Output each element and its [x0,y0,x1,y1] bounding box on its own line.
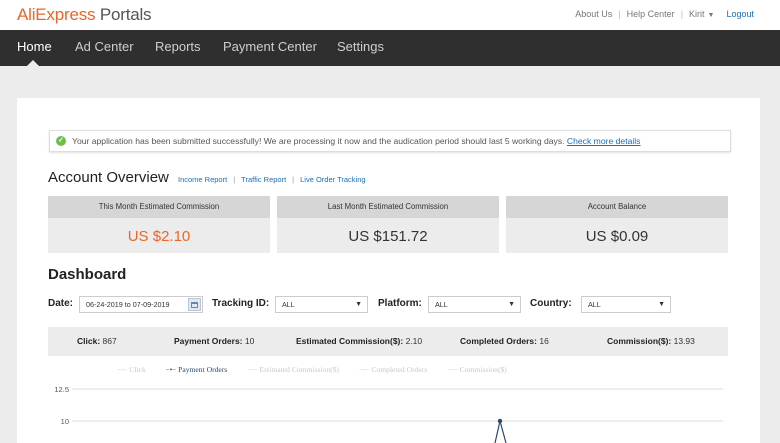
data-point[interactable] [497,418,503,424]
y-tick-label: 12.5 [54,385,69,394]
logo[interactable]: AliExpress Portals [17,5,152,25]
nav-reports[interactable]: Reports [155,30,201,66]
total-label: Click: [77,336,101,346]
total-clicks: Click: 867 [77,327,117,356]
report-links: Income Report | Traffic Report | Live Order … [178,175,366,184]
active-nav-indicator [27,60,39,66]
check-details-link[interactable]: Check more details [567,136,641,146]
total-label: Payment Orders: [174,336,243,346]
total-completed-orders: Completed Orders: 16 [460,327,549,356]
legend-marker-icon: −◦− [447,366,458,374]
date-range-value: 06-24-2019 to 07-09-2019 [86,300,170,309]
legend-payment-orders[interactable]: −•− Payment Orders [166,365,237,374]
divider: | [680,9,684,19]
logo-brand: AliExpress [17,5,96,24]
platform-value: ALL [435,300,448,309]
dashboard-title: Dashboard [48,266,127,283]
legend-marker-icon: −◦− [358,366,370,374]
divider: | [618,9,621,19]
tracking-id-value: ALL [282,300,295,309]
totals-bar: Click: 867 Payment Orders: 10 Estimated … [48,327,728,356]
stat-last-month: Last Month Estimated Commission US $151.… [277,196,499,253]
total-value: 10 [244,336,255,346]
stat-value: US $151.72 [348,228,428,245]
legend-estimated-commission[interactable]: −◦− Estimated Commission($) [247,365,348,374]
top-links: About Us | Help Center | Kirit ▼ Logout [575,9,754,19]
stat-label: Last Month Estimated Commission [277,196,499,218]
legend-marker-icon: −•− [165,366,177,374]
main-nav: Home Ad Center Reports Payment Center Se… [0,30,780,66]
income-report-link[interactable]: Income Report [178,175,227,184]
legend-commission[interactable]: −◦− Commission($) [447,365,516,374]
success-notice: ✓ Your application has been submitted su… [49,130,731,152]
notice-text: Your application has been submitted succ… [72,136,565,146]
legend-marker-icon: −◦− [247,366,258,374]
user-menu[interactable]: Kirit ▼ [689,9,714,19]
chart-legend: −◦− Click −•− Payment Orders −◦− Estimated … [117,365,525,374]
divider: | [292,175,295,184]
legend-label: Commission($) [459,365,507,374]
country-value: ALL [588,300,601,309]
tracking-id-select[interactable]: ALL ▼ [275,296,368,313]
help-center-link[interactable]: Help Center [627,9,675,19]
stat-label: This Month Estimated Commission [48,196,270,218]
platform-select[interactable]: ALL ▼ [428,296,521,313]
stat-label: Account Balance [506,196,728,218]
traffic-report-link[interactable]: Traffic Report [241,175,286,184]
stat-value: US $0.09 [585,228,649,245]
legend-completed-orders[interactable]: −◦− Completed Orders [359,365,436,374]
total-label: Commission($): [607,336,672,346]
account-overview-title: Account Overview [48,169,169,186]
logout-link[interactable]: Logout [726,9,754,19]
top-bar: AliExpress Portals About Us | Help Cente… [0,0,780,30]
total-label: Estimated Commission($): [296,336,404,346]
payment-orders-line [494,420,507,443]
date-range-input[interactable]: 06-24-2019 to 07-09-2019 [79,296,203,313]
total-value: 16 [539,336,549,346]
total-label: Completed Orders: [460,336,537,346]
filters-row: Date: 06-24-2019 to 07-09-2019 Tracking … [48,296,748,313]
logo-product: Portals [99,5,152,24]
calendar-icon[interactable] [188,298,201,311]
line-chart: 12.5 10 [54,385,723,443]
check-icon: ✓ [56,136,66,146]
legend-label: Estimated Commission($) [259,365,340,374]
stat-account-balance: Account Balance US $0.09 [506,196,728,253]
nav-payment-center[interactable]: Payment Center [223,30,317,66]
total-commission: Commission($): 13.93 [607,327,695,356]
user-name: Kirit [689,9,705,19]
nav-settings[interactable]: Settings [337,30,384,66]
platform-label: Platform: [378,298,422,309]
legend-label: Completed Orders [371,365,428,374]
legend-click[interactable]: −◦− Click [117,365,155,374]
nav-ad-center[interactable]: Ad Center [75,30,134,66]
date-label: Date: [48,298,74,309]
legend-label: Click [129,365,146,374]
live-order-tracking-link[interactable]: Live Order Tracking [300,175,365,184]
tracking-id-label: Tracking ID: [212,298,270,309]
content-card: ✓ Your application has been submitted su… [17,98,760,443]
legend-label: Payment Orders [178,365,228,374]
divider: | [233,175,236,184]
country-select[interactable]: ALL ▼ [581,296,671,313]
legend-marker-icon: −◦− [117,366,128,374]
country-label: Country: [530,298,572,309]
dropdown-arrow-icon: ▼ [658,301,665,308]
stat-this-month: This Month Estimated Commission US $2.10 [48,196,270,253]
stat-value: US $2.10 [127,228,191,245]
dropdown-arrow-icon: ▼ [355,301,362,308]
y-tick-label: 10 [61,417,69,426]
total-value: 13.93 [673,336,695,346]
dropdown-arrow-icon: ▼ [508,301,515,308]
about-link[interactable]: About Us [575,9,612,19]
total-payment-orders: Payment Orders: 10 [174,327,254,356]
chevron-down-icon: ▼ [707,12,715,19]
total-value: 867 [102,336,117,346]
total-estimated-commission: Estimated Commission($): 2.10 [296,327,422,356]
total-value: 2.10 [405,336,423,346]
